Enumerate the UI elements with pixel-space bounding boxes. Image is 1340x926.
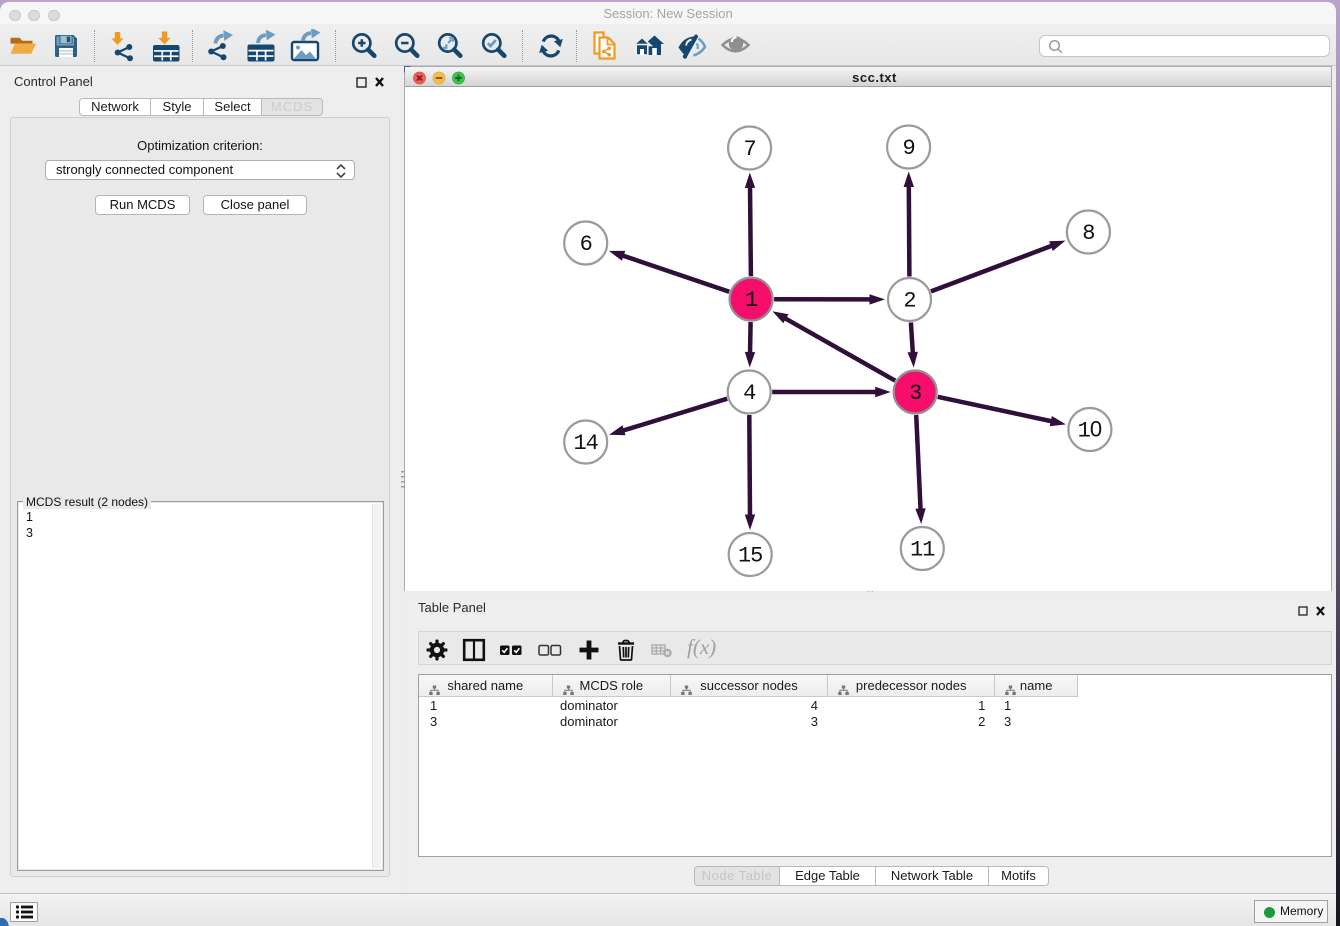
svg-text:15: 15 (738, 544, 762, 569)
svg-text:11: 11 (910, 538, 935, 563)
svg-text:7: 7 (743, 137, 755, 162)
svg-text:4: 4 (743, 381, 756, 406)
svg-text:8: 8 (1082, 221, 1094, 246)
svg-text:14: 14 (573, 431, 598, 456)
svg-text:3: 3 (909, 381, 921, 406)
svg-text:10: 10 (1078, 417, 1102, 444)
svg-text:1: 1 (745, 288, 758, 313)
svg-text:9: 9 (902, 136, 914, 161)
svg-text:2: 2 (903, 289, 915, 314)
svg-text:6: 6 (580, 232, 592, 257)
